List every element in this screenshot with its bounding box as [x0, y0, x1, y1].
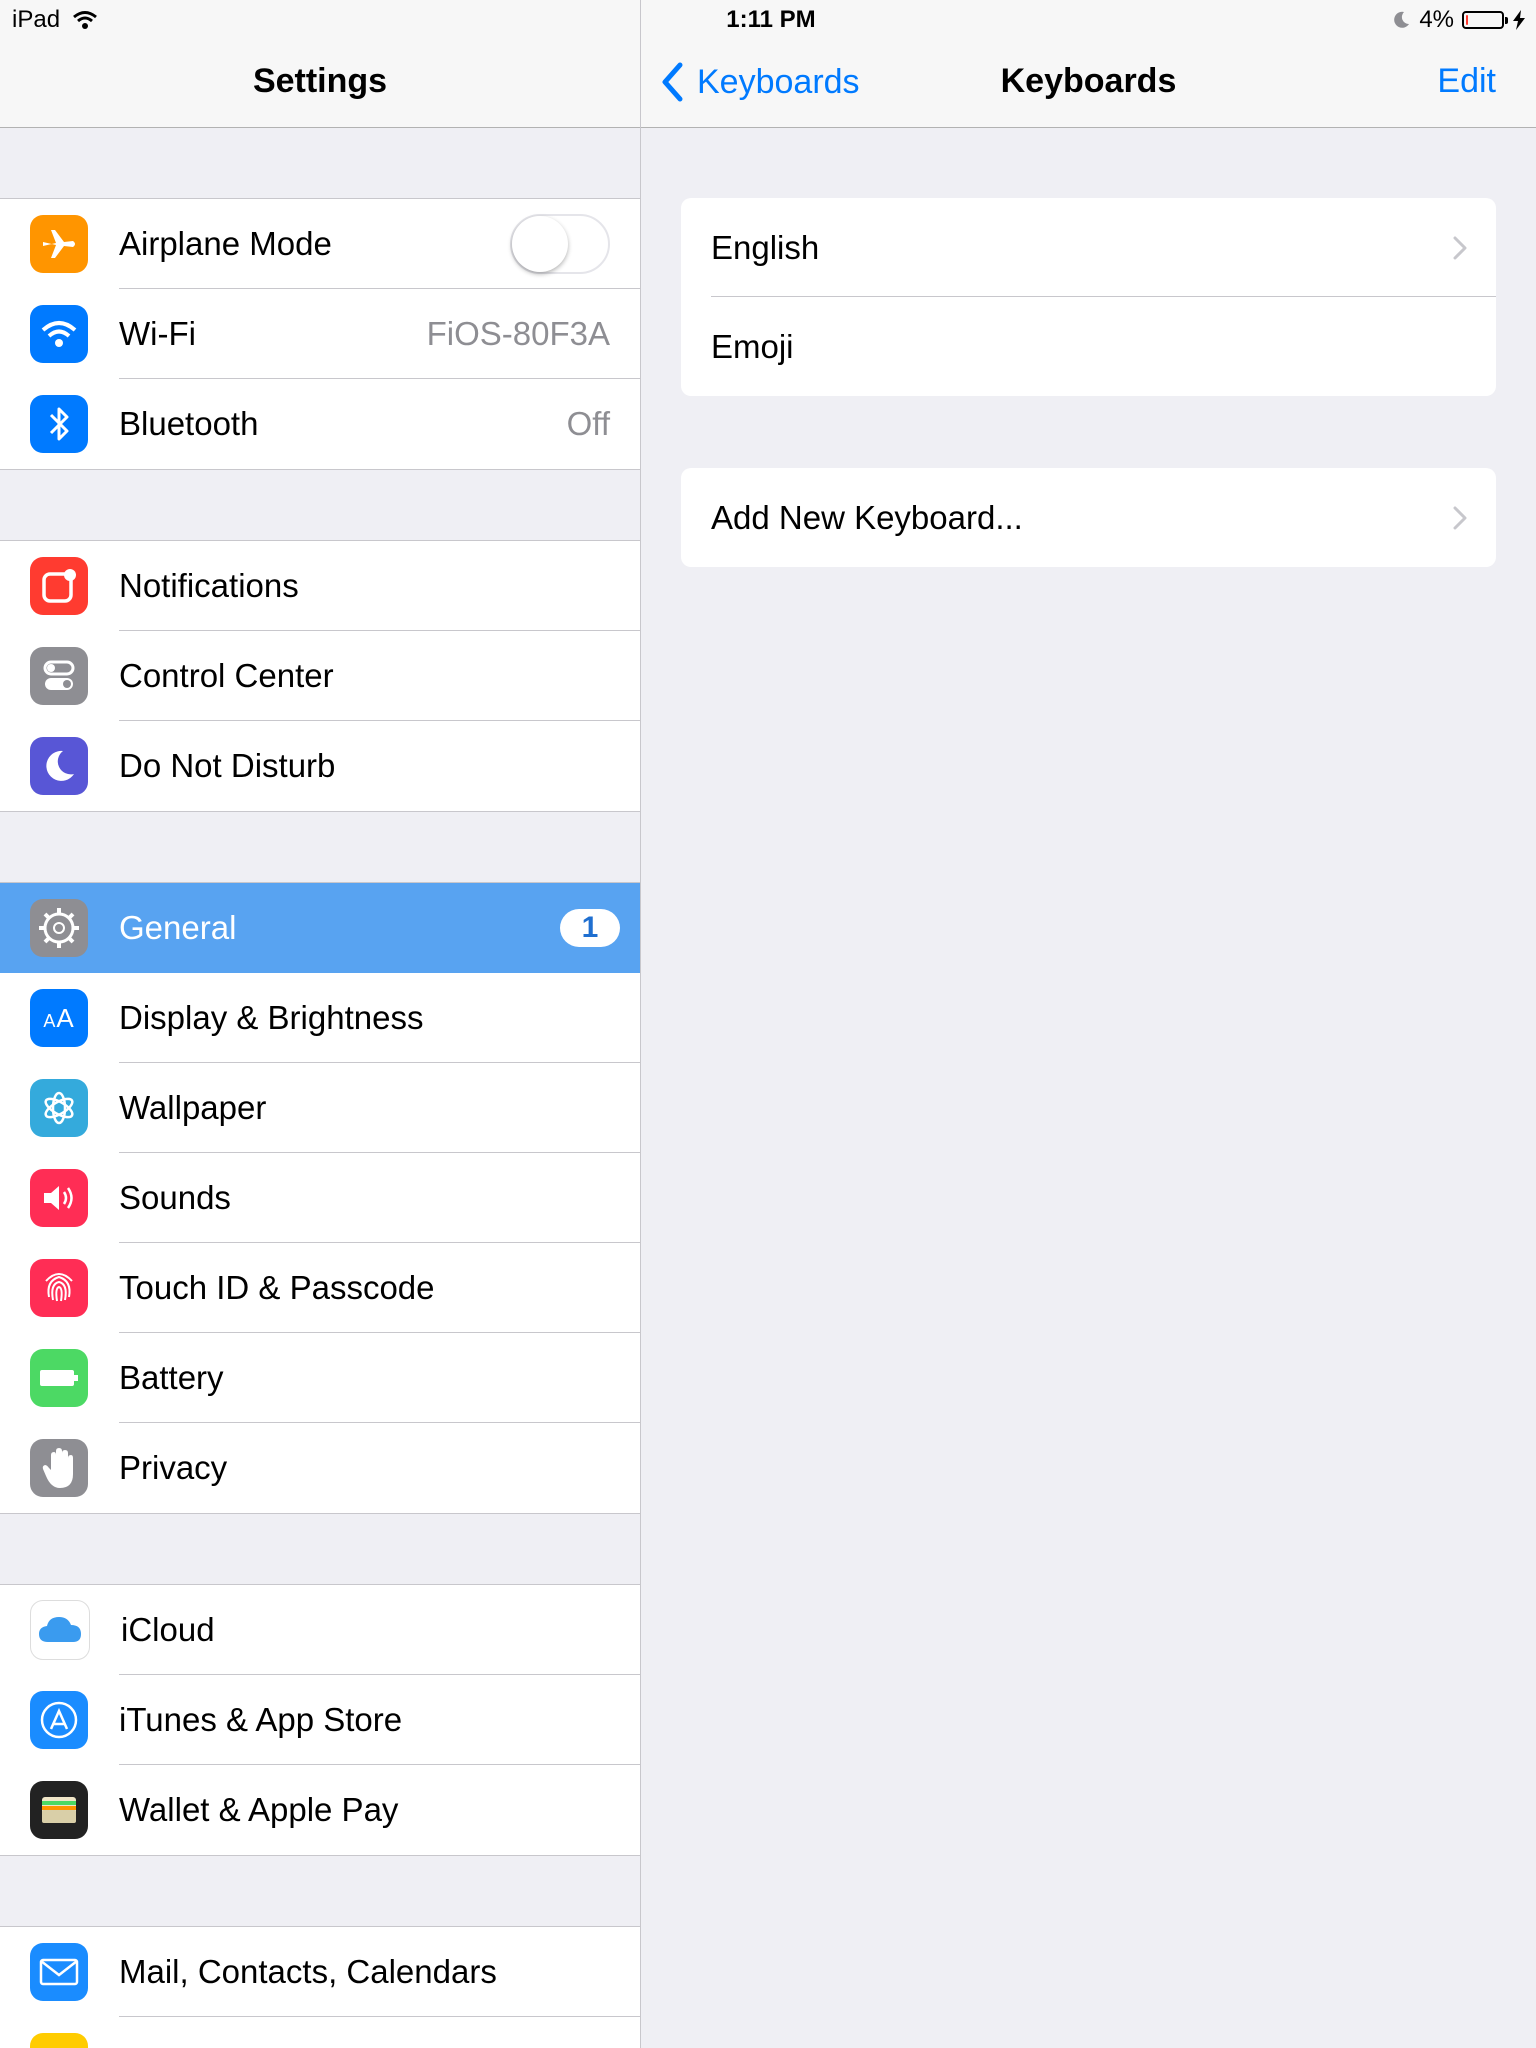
settings-row-wallpaper[interactable]: Wallpaper: [0, 1063, 640, 1153]
airplane-mode-toggle[interactable]: [510, 214, 610, 274]
chevron-right-icon: [1453, 506, 1467, 529]
settings-row-bluetooth[interactable]: Bluetooth Off: [0, 379, 640, 469]
app-store-icon: [30, 1691, 88, 1749]
settings-row-label: Do Not Disturb: [119, 747, 336, 784]
settings-row-value: Off: [566, 405, 610, 442]
settings-list: Airplane Mode Wi-Fi FiOS-80F3A Bluetooth Off…: [0, 128, 640, 2048]
icloud-icon: [30, 1600, 90, 1660]
battery-percent: 4%: [1419, 6, 1454, 33]
settings-row-label: Notifications: [119, 567, 299, 604]
wallet-icon: [30, 1781, 88, 1839]
hand-icon: [30, 1439, 88, 1497]
settings-row-touch-id-passcode[interactable]: Touch ID & Passcode: [0, 1243, 640, 1333]
settings-row-icloud[interactable]: iCloud: [0, 1585, 640, 1675]
keyboard-row-emoji[interactable]: Emoji: [681, 297, 1496, 396]
notes-icon: [30, 2033, 88, 2048]
settings-row-label: Bluetooth: [119, 405, 259, 442]
add-keyboard-group: Add New Keyboard...: [681, 468, 1496, 567]
toggle-knob: [512, 216, 568, 272]
settings-row-display-brightness[interactable]: AA Display & Brightness: [0, 973, 640, 1063]
settings-row-notifications[interactable]: Notifications: [0, 541, 640, 631]
keyboards-list: English Emoji: [681, 198, 1496, 396]
mail-icon: [30, 1943, 88, 2001]
settings-row-sounds[interactable]: Sounds: [0, 1153, 640, 1243]
wallpaper-icon: [30, 1079, 88, 1137]
status-bar: iPad 1:11 PM 4%: [0, 0, 1536, 40]
display-icon: AA: [30, 989, 88, 1047]
settings-group: Mail, Contacts, Calendars Notes: [0, 1926, 640, 2048]
wifi-icon: [30, 305, 88, 363]
add-keyboard-label: Add New Keyboard...: [711, 498, 1023, 536]
battery-icon: [1462, 11, 1508, 29]
keyboard-label: Emoji: [711, 327, 794, 365]
moon-icon: [1394, 11, 1410, 28]
settings-row-privacy[interactable]: Privacy: [0, 1423, 640, 1513]
bluetooth-icon: [30, 395, 88, 453]
add-new-keyboard-row[interactable]: Add New Keyboard...: [681, 468, 1496, 567]
page-title: Settings: [252, 62, 388, 100]
settings-row-label: Wi-Fi: [119, 315, 196, 352]
settings-row-label: iTunes & App Store: [119, 1701, 403, 1738]
settings-row-label: Privacy: [119, 1449, 228, 1486]
keyboards-detail-pane: Keyboards Keyboards Edit English Emoji A…: [641, 0, 1536, 2048]
fingerprint-icon: [30, 1259, 88, 1317]
moon-icon: [30, 737, 88, 795]
settings-group: General 1 AA Display & Brightness Wallpaper S…: [0, 882, 640, 1514]
chevron-right-icon: [1453, 236, 1467, 259]
clock: 1:11 PM: [726, 6, 816, 33]
detail-title: Keyboards: [1000, 62, 1177, 100]
airplane-icon: [30, 215, 88, 273]
settings-row-mail-contacts-calendars[interactable]: Mail, Contacts, Calendars: [0, 1927, 640, 2017]
settings-row-general[interactable]: General 1: [0, 883, 640, 973]
settings-group: Notifications Control Center Do Not Distur…: [0, 540, 640, 812]
update-badge: 1: [560, 909, 620, 947]
settings-row-wallet-apple-pay[interactable]: Wallet & Apple Pay: [0, 1765, 640, 1855]
speaker-icon: [30, 1169, 88, 1227]
settings-group: Airplane Mode Wi-Fi FiOS-80F3A Bluetooth Off: [0, 198, 640, 470]
settings-row-do-not-disturb[interactable]: Do Not Disturb: [0, 721, 640, 811]
settings-row-label: Airplane Mode: [119, 225, 332, 262]
battery-icon: [30, 1349, 88, 1407]
settings-row-label: Display & Brightness: [119, 999, 424, 1036]
settings-row-control-center[interactable]: Control Center: [0, 631, 640, 721]
settings-row-label: Touch ID & Passcode: [119, 1269, 435, 1306]
edit-button[interactable]: Edit: [1437, 62, 1496, 101]
settings-row-label: Sounds: [119, 1179, 231, 1216]
settings-row-label: Wallpaper: [119, 1089, 267, 1126]
settings-row-label: General: [119, 909, 237, 946]
settings-row-itunes-app-store[interactable]: iTunes & App Store: [0, 1675, 640, 1765]
settings-row-value: FiOS-80F3A: [426, 315, 610, 352]
charging-icon: [1513, 10, 1525, 30]
control-center-icon: [30, 647, 88, 705]
settings-group: iCloud iTunes & App Store Wallet & Apple P…: [0, 1584, 640, 1856]
settings-master-pane: Settings Airplane Mode Wi-Fi FiOS-80F3A Blu…: [0, 0, 641, 2048]
settings-row-wi-fi[interactable]: Wi-Fi FiOS-80F3A: [0, 289, 640, 379]
settings-row-label: Notes: [119, 2043, 640, 2048]
settings-row-notes[interactable]: Notes: [0, 2017, 640, 2048]
settings-row-label: Control Center: [119, 657, 334, 694]
notifications-icon: [30, 557, 88, 615]
settings-row-label: Wallet & Apple Pay: [119, 1791, 399, 1828]
settings-row-battery[interactable]: Battery: [0, 1333, 640, 1423]
settings-row-label: Battery: [119, 1359, 224, 1396]
keyboard-row-english[interactable]: English: [681, 198, 1496, 297]
settings-row-label: Mail, Contacts, Calendars: [119, 1953, 497, 1990]
settings-row-airplane-mode[interactable]: Airplane Mode: [0, 199, 640, 289]
gear-icon: [30, 899, 88, 957]
keyboard-label: English: [711, 228, 820, 266]
settings-row-label: iCloud: [121, 1611, 215, 1648]
